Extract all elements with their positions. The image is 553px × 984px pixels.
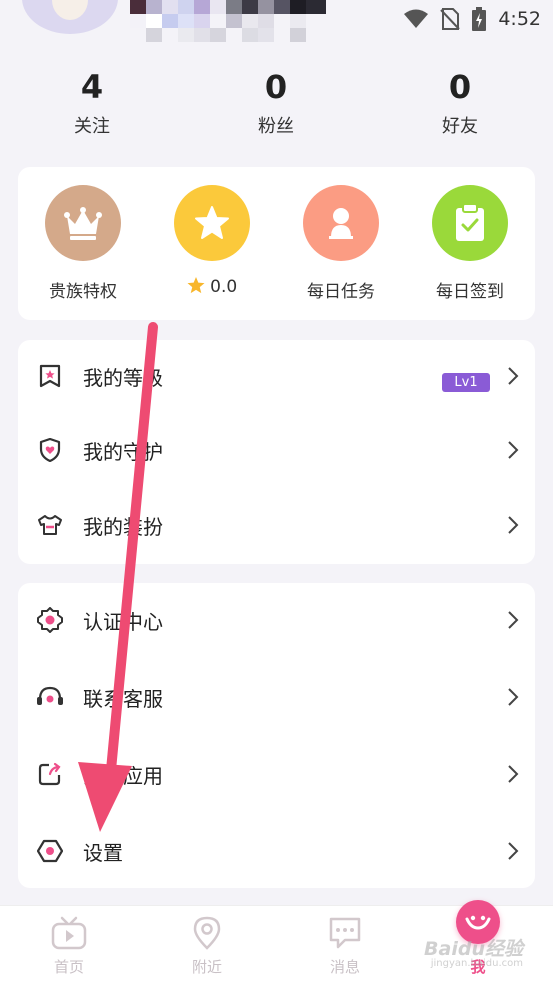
small-star-icon bbox=[187, 277, 205, 294]
star-icon bbox=[174, 185, 250, 261]
avatar-face bbox=[52, 0, 88, 20]
chevron-right-icon bbox=[508, 688, 519, 706]
watermark-url: jingyan.baidu.com bbox=[430, 958, 523, 969]
chat-bubble-icon bbox=[329, 917, 361, 949]
stars-value: 0.0 bbox=[210, 277, 238, 297]
nav-label: 首页 bbox=[53, 958, 84, 976]
menu-group-profile: 我的等级 Lv1 我的守护 我的装扮 bbox=[18, 340, 535, 564]
menu-item-customer-service[interactable]: 联系客服 bbox=[18, 667, 535, 727]
menu-item-label: 分享应用 bbox=[83, 763, 163, 788]
nav-label: 附近 bbox=[191, 958, 222, 976]
stat-friends[interactable]: 0 好友 bbox=[400, 68, 520, 138]
chevron-right-icon bbox=[508, 516, 519, 534]
menu-item-verification[interactable]: 认证中心 bbox=[18, 590, 535, 650]
username-mosaic bbox=[130, 0, 326, 44]
quick-action-noble[interactable]: 贵族特权 bbox=[28, 185, 138, 302]
no-sim-icon bbox=[440, 8, 461, 30]
me-icon bbox=[465, 915, 491, 930]
menu-item-label: 联系客服 bbox=[83, 686, 163, 711]
stat-label: 好友 bbox=[442, 116, 478, 137]
nav-home[interactable]: 首页 bbox=[24, 916, 114, 977]
bottom-nav: 首页 附近 消息 我 Baidu经验 jingyan.baidu.com bbox=[0, 900, 553, 984]
nav-messages[interactable]: 消息 bbox=[300, 916, 390, 977]
battery-charging-icon bbox=[472, 7, 487, 31]
chevron-right-icon bbox=[508, 765, 519, 783]
quick-action-label: 贵族特权 bbox=[49, 282, 117, 302]
nav-nearby[interactable]: 附近 bbox=[162, 916, 252, 977]
stat-value: 0 bbox=[448, 68, 472, 106]
clipboard-check-icon bbox=[432, 185, 508, 261]
menu-item-share-app[interactable]: 分享应用 bbox=[18, 744, 535, 804]
stat-label: 粉丝 bbox=[258, 116, 294, 137]
stat-fans[interactable]: 0 粉丝 bbox=[216, 68, 336, 138]
menu-item-settings[interactable]: 设置 bbox=[18, 821, 535, 881]
bookmark-star-icon bbox=[36, 362, 64, 390]
location-pin-icon bbox=[193, 916, 221, 950]
menu-group-service: 认证中心 联系客服 分享应用 设置 bbox=[18, 583, 535, 888]
wifi-icon bbox=[404, 9, 429, 28]
shield-heart-icon bbox=[36, 436, 64, 464]
menu-item-my-guard[interactable]: 我的守护 bbox=[18, 420, 535, 480]
menu-item-label: 认证中心 bbox=[83, 609, 163, 634]
share-icon bbox=[36, 760, 64, 788]
status-time: 4:52 bbox=[498, 8, 541, 30]
quick-actions-card: 贵族特权 0.0 每日任务 每日签到 bbox=[18, 167, 535, 320]
menu-item-label: 我的守护 bbox=[83, 439, 163, 464]
tshirt-icon bbox=[36, 511, 64, 539]
stat-value: 0 bbox=[264, 68, 288, 106]
menu-item-label: 我的装扮 bbox=[83, 514, 163, 539]
hexagon-settings-icon bbox=[36, 837, 64, 865]
avatar[interactable] bbox=[22, 0, 118, 34]
menu-item-my-outfit[interactable]: 我的装扮 bbox=[18, 495, 535, 555]
menu-item-label: 设置 bbox=[83, 840, 123, 865]
chevron-right-icon bbox=[508, 441, 519, 459]
crown-icon bbox=[45, 185, 121, 261]
tv-play-icon bbox=[51, 916, 87, 950]
quick-action-check-in[interactable]: 每日签到 bbox=[415, 185, 525, 302]
level-badge: Lv1 bbox=[442, 373, 490, 392]
badge-gear-icon bbox=[36, 606, 64, 634]
stat-following[interactable]: 4 关注 bbox=[32, 68, 152, 138]
quick-action-daily-tasks[interactable]: 每日任务 bbox=[286, 185, 396, 302]
quick-action-label: 每日任务 bbox=[307, 282, 375, 302]
status-bar: 4:52 bbox=[404, 6, 541, 32]
nav-label: 消息 bbox=[329, 958, 360, 976]
menu-item-my-level[interactable]: 我的等级 Lv1 bbox=[18, 346, 535, 406]
quick-action-label: 每日签到 bbox=[436, 282, 504, 302]
watermark: Baidu经验 bbox=[424, 938, 523, 960]
chevron-right-icon bbox=[508, 611, 519, 629]
chevron-right-icon bbox=[508, 367, 519, 385]
stat-value: 4 bbox=[80, 68, 104, 106]
quick-action-label: 0.0 bbox=[157, 277, 267, 297]
menu-item-label: 我的等级 bbox=[83, 365, 163, 390]
quick-action-stars[interactable]: 0.0 bbox=[157, 185, 267, 297]
person-icon bbox=[303, 185, 379, 261]
chevron-right-icon bbox=[508, 842, 519, 860]
stat-label: 关注 bbox=[74, 116, 110, 137]
headset-icon bbox=[36, 683, 64, 711]
